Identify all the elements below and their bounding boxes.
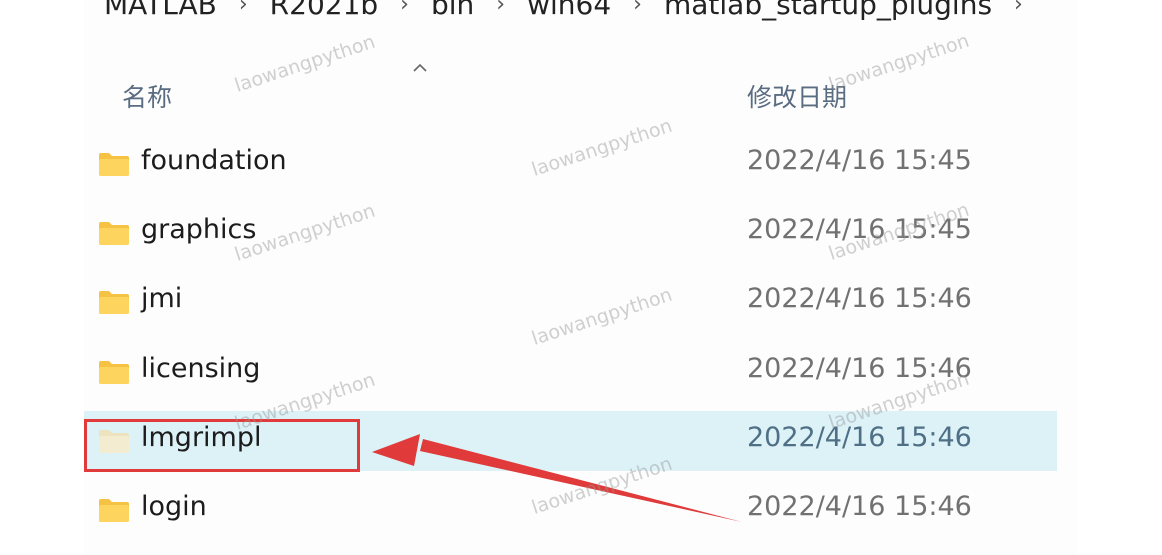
folder-icon [99, 499, 129, 522]
breadcrumb-separator: › [400, 0, 409, 17]
file-modified-date: 2022/4/16 15:45 [747, 214, 972, 245]
file-name: licensing [141, 353, 261, 384]
file-row-login[interactable]: login 2022/4/16 15:46 [84, 480, 1057, 540]
column-header-name[interactable]: 名称 [122, 78, 172, 114]
file-row-jmi[interactable]: jmi 2022/4/16 15:46 [84, 272, 1057, 332]
annotation-highlight-box [84, 419, 360, 472]
file-modified-date: 2022/4/16 15:45 [747, 145, 972, 176]
breadcrumb-item-bin[interactable]: bin [431, 0, 474, 21]
file-row-licensing[interactable]: licensing 2022/4/16 15:46 [84, 342, 1057, 402]
breadcrumb-separator: › [238, 0, 248, 17]
file-name: foundation [141, 145, 287, 176]
sort-ascending-icon[interactable] [412, 60, 428, 76]
breadcrumb-item-win64[interactable]: win64 [527, 0, 611, 21]
folder-icon [99, 222, 129, 245]
breadcrumb-item-matlab-startup-plugins[interactable]: matlab_startup_plugins [664, 0, 992, 21]
breadcrumb-separator: › [1014, 0, 1023, 17]
file-name: login [141, 491, 207, 522]
breadcrumb-separator: › [496, 0, 506, 17]
file-modified-date: 2022/4/16 15:46 [747, 283, 972, 314]
breadcrumb-item-matlab[interactable]: MATLAB [104, 0, 217, 21]
file-name: jmi [141, 283, 183, 314]
file-row-graphics[interactable]: graphics 2022/4/16 15:45 [84, 203, 1057, 263]
file-row-foundation[interactable]: foundation 2022/4/16 15:45 [84, 134, 1057, 194]
file-modified-date: 2022/4/16 15:46 [747, 491, 972, 522]
folder-icon [99, 291, 129, 314]
breadcrumb: MATLAB › R2021b › bin › win64 › matlab_s… [104, 0, 1023, 24]
folder-icon [99, 153, 129, 176]
breadcrumb-separator: › [633, 0, 642, 17]
column-header-modified[interactable]: 修改日期 [747, 78, 847, 114]
breadcrumb-item-r2021b[interactable]: R2021b [270, 0, 379, 21]
file-modified-date: 2022/4/16 15:46 [747, 353, 972, 384]
folder-icon [99, 361, 129, 384]
file-name: graphics [141, 214, 257, 245]
file-modified-date: 2022/4/16 15:46 [747, 422, 972, 453]
